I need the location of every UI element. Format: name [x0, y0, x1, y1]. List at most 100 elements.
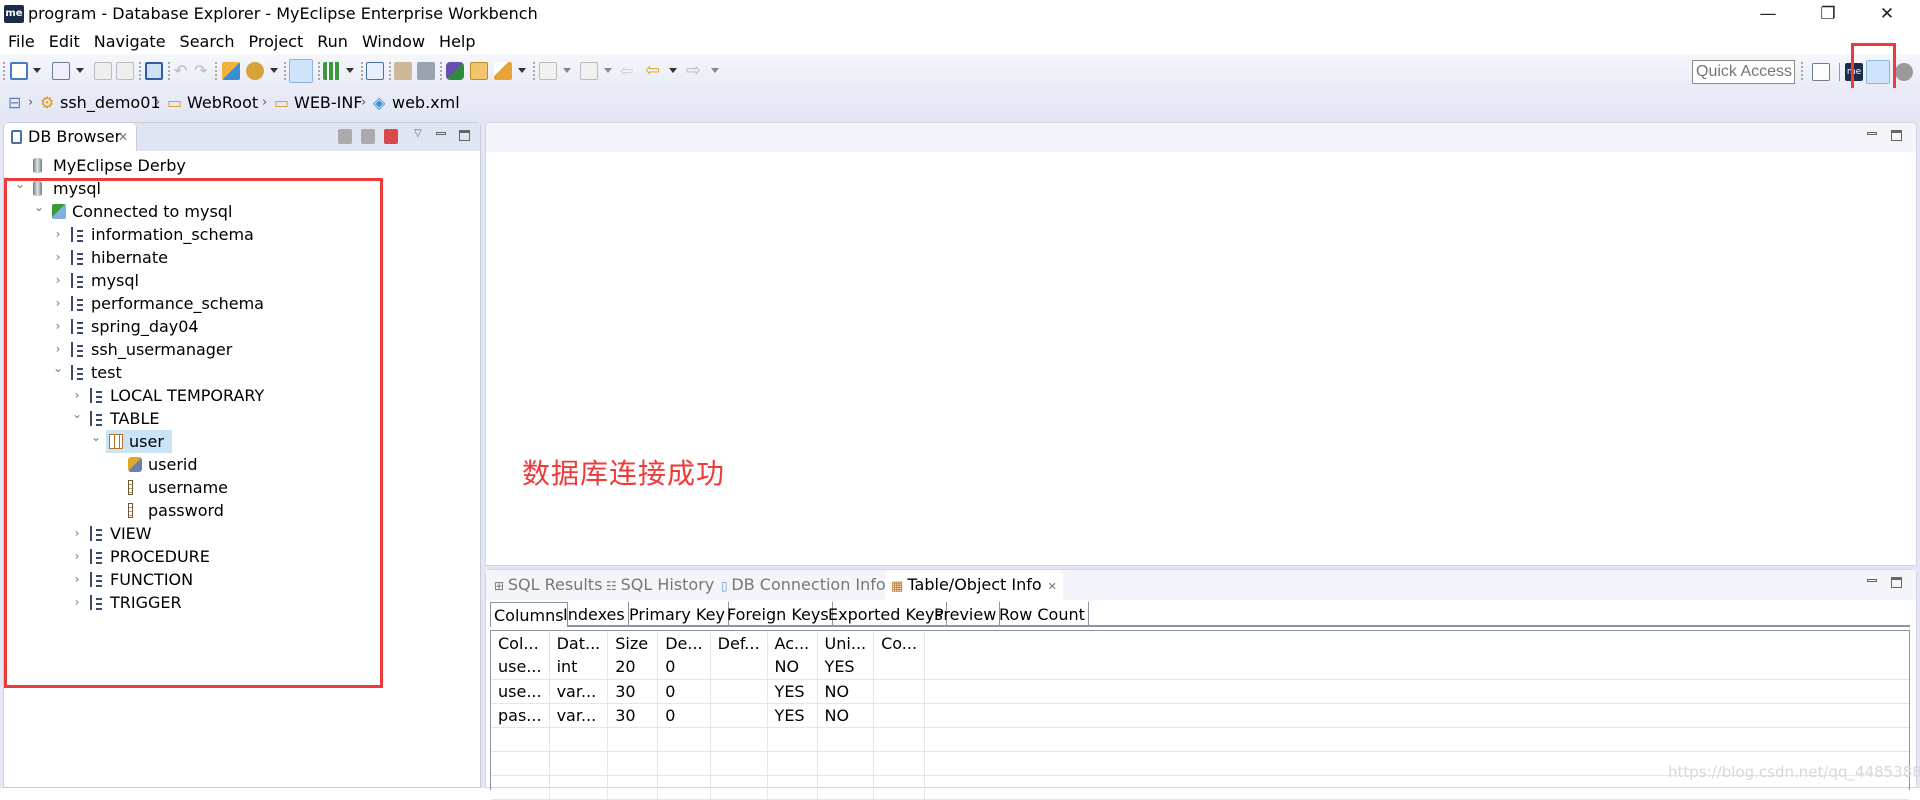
column-header[interactable]: Col...: [491, 631, 550, 655]
minimize-view-icon[interactable]: [436, 132, 446, 135]
grid-layout-icon[interactable]: [323, 62, 341, 80]
new-connection-icon[interactable]: [338, 129, 352, 144]
dropdown-arrow-icon[interactable]: [76, 68, 84, 73]
new-wizard-icon[interactable]: [10, 62, 28, 80]
tomcat-server-icon[interactable]: [246, 62, 264, 80]
window-title: program - Database Explorer - MyEclipse …: [28, 4, 538, 23]
close-tab-icon[interactable]: ✕: [118, 123, 128, 151]
deploy-icon[interactable]: [222, 62, 240, 80]
subtab-indexes[interactable]: Indexes: [560, 602, 629, 627]
dropdown-arrow-icon[interactable]: [563, 68, 571, 73]
toolbar-separator: [139, 62, 141, 80]
table-cell: var...: [549, 703, 609, 728]
redo-icon[interactable]: ↷: [194, 62, 212, 80]
breadcrumb-separator: ›: [262, 95, 268, 110]
open-folder-icon[interactable]: [470, 62, 488, 80]
menu-run[interactable]: Run: [310, 30, 355, 54]
dropdown-arrow-icon[interactable]: [711, 68, 719, 73]
forward-icon[interactable]: ⇨: [686, 62, 704, 80]
column-header[interactable]: Uni...: [817, 631, 875, 655]
menu-edit[interactable]: Edit: [42, 30, 87, 54]
menu-file[interactable]: File: [1, 30, 42, 54]
menu-window[interactable]: Window: [355, 30, 432, 54]
subtab-primary-key[interactable]: Primary Key: [626, 602, 729, 627]
dropdown-arrow-icon[interactable]: [604, 68, 612, 73]
disconnect-icon[interactable]: [384, 129, 398, 144]
export-icon[interactable]: [417, 62, 435, 80]
maximize-view-icon[interactable]: [459, 130, 470, 141]
menu-search[interactable]: Search: [173, 30, 242, 54]
maximize-view-icon[interactable]: [1891, 577, 1902, 588]
close-button[interactable]: ✕: [1864, 0, 1910, 30]
breadcrumb-item-webroot[interactable]: WebRoot: [187, 88, 258, 118]
subtab-foreign-keys[interactable]: Foreign Keys: [724, 602, 833, 627]
dropdown-arrow-icon[interactable]: [270, 68, 278, 73]
tab-sql-history[interactable]: ☷ SQL History: [606, 570, 714, 600]
open-perspective-icon[interactable]: [446, 62, 464, 80]
myeclipse-logo-icon: me: [4, 5, 24, 23]
column-header[interactable]: Co...: [873, 631, 926, 655]
open-perspective-icon[interactable]: [1812, 63, 1830, 81]
tab-db-connection-info[interactable]: ▯ DB Connection Info: [721, 570, 886, 600]
tab-sql-results[interactable]: ⊞ SQL Results: [494, 570, 602, 600]
edit-pen-icon[interactable]: [494, 62, 512, 80]
annotation-text: 数据库连接成功: [522, 457, 726, 490]
save-icon[interactable]: [94, 62, 112, 80]
subtab-exported-keys[interactable]: Exported Keys: [825, 602, 947, 627]
last-edit-icon[interactable]: ⇦: [620, 62, 638, 80]
dropdown-arrow-icon[interactable]: [33, 68, 41, 73]
table-row[interactable]: pas... var... 30 0 YES NO: [491, 703, 1909, 728]
db-browser-icon: [11, 130, 22, 144]
tab-db-browser[interactable]: DB Browser ✕: [4, 123, 137, 151]
column-header[interactable]: Ac...: [767, 631, 818, 655]
bookmark-icon[interactable]: [394, 62, 412, 80]
open-connection-icon[interactable]: [361, 129, 375, 144]
quick-access-input[interactable]: [1692, 60, 1795, 84]
other-perspective-icon[interactable]: [1895, 63, 1913, 81]
breadcrumb-item-file[interactable]: web.xml: [392, 88, 460, 118]
breadcrumb-item-web-inf[interactable]: WEB-INF: [294, 88, 363, 118]
column-header[interactable]: De...: [657, 631, 711, 655]
dropdown-arrow-icon[interactable]: [346, 68, 354, 73]
minimize-view-icon[interactable]: [1867, 579, 1877, 582]
close-tab-icon[interactable]: ✕: [1048, 580, 1057, 593]
menu-project[interactable]: Project: [242, 30, 311, 54]
tab-table-object-info[interactable]: ▦ Table/Object Info ✕: [885, 570, 1063, 600]
table-cell: [657, 775, 711, 800]
next-annotation-icon[interactable]: [539, 62, 557, 80]
prev-annotation-icon[interactable]: [580, 62, 598, 80]
column-header[interactable]: Dat...: [549, 631, 609, 655]
table-row[interactable]: use... int 20 0 NO YES: [491, 655, 1909, 680]
table-cell: use...: [491, 655, 550, 680]
subtab-preview[interactable]: Preview: [931, 602, 1001, 627]
minimize-button[interactable]: —: [1745, 0, 1791, 30]
column-header[interactable]: Def...: [710, 631, 768, 655]
undo-icon[interactable]: ↶: [174, 62, 192, 80]
menu-help[interactable]: Help: [432, 30, 482, 54]
dropdown-arrow-icon[interactable]: [669, 68, 677, 73]
open-console-icon[interactable]: [145, 62, 163, 80]
column-header[interactable]: Size: [607, 631, 659, 655]
table-cell: [549, 775, 609, 800]
dropdown-arrow-icon[interactable]: [518, 68, 526, 73]
toolbar-separator: [168, 62, 170, 80]
table-row[interactable]: use... var... 30 0 YES NO: [491, 679, 1909, 704]
view-menu-icon[interactable]: ▽: [414, 128, 422, 139]
restore-button[interactable]: ❐: [1805, 0, 1851, 30]
new-project-icon[interactable]: [52, 62, 70, 80]
table-cell: [710, 751, 768, 776]
maximize-view-icon[interactable]: [1891, 130, 1902, 141]
workspace-icon[interactable]: ⊟: [8, 88, 21, 118]
calendar-icon[interactable]: [366, 62, 384, 80]
breadcrumb-item-project[interactable]: ssh_demo01: [60, 88, 161, 118]
table-cell: 30: [607, 703, 659, 728]
menu-navigate[interactable]: Navigate: [87, 30, 173, 54]
db-browser-toggle-icon[interactable]: [289, 59, 313, 83]
tree-item[interactable]: MyEclipse Derby: [4, 154, 480, 177]
subtab-row-count[interactable]: Row Count: [996, 602, 1089, 627]
back-icon[interactable]: ⇦: [645, 62, 663, 80]
save-all-icon[interactable]: [116, 62, 134, 80]
minimize-view-icon[interactable]: [1867, 132, 1877, 135]
subtab-columns[interactable]: Columns: [490, 602, 568, 627]
table-row[interactable]: [491, 727, 1909, 752]
